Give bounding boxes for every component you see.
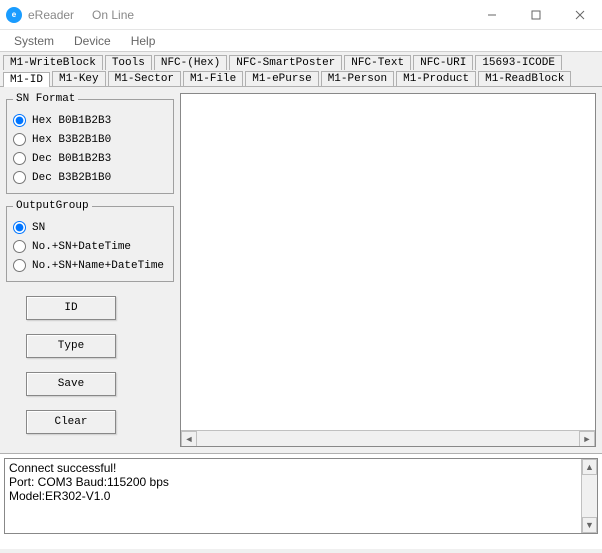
sn-format-group: SN Format Hex B0B1B2B3 Hex B3B2B1B0 Dec B0… (6, 93, 174, 194)
radio-input[interactable] (13, 171, 26, 184)
save-button[interactable]: Save (26, 372, 116, 396)
radio-label: Dec B0B1B2B3 (32, 153, 111, 165)
menu-help[interactable]: Help (121, 32, 166, 50)
button-column: ID Type Save Clear (6, 288, 174, 434)
close-icon (575, 10, 585, 20)
radio-label: No.+SN+DateTime (32, 241, 131, 253)
window-title: eReader (28, 8, 74, 22)
output-group-option[interactable]: No.+SN+DateTime (13, 237, 167, 256)
scroll-up-icon[interactable]: ▲ (582, 459, 597, 475)
horizontal-scrollbar[interactable]: ◄ ► (181, 430, 595, 446)
radio-label: Hex B0B1B2B3 (32, 115, 111, 127)
menu-device[interactable]: Device (64, 32, 121, 50)
radio-input[interactable] (13, 114, 26, 127)
connection-status: On Line (92, 8, 134, 22)
status-line: Port: COM3 Baud:115200 bps (9, 475, 593, 489)
tab-m1-readblock[interactable]: M1-ReadBlock (478, 71, 571, 86)
tab-m1-person[interactable]: M1-Person (321, 71, 394, 86)
tab-m1-id[interactable]: M1-ID (3, 72, 50, 87)
sn-format-option[interactable]: Hex B3B2B1B0 (13, 130, 167, 149)
tab-m1-writeblock[interactable]: M1-WriteBlock (3, 55, 103, 70)
tab-m1-epurse[interactable]: M1-ePurse (245, 71, 318, 86)
maximize-icon (531, 10, 541, 20)
output-group-option[interactable]: SN (13, 218, 167, 237)
tab-nfc-smartposter[interactable]: NFC-SmartPoster (229, 55, 342, 70)
radio-label: SN (32, 222, 45, 234)
sn-format-option[interactable]: Dec B0B1B2B3 (13, 149, 167, 168)
sn-format-option[interactable]: Dec B3B2B1B0 (13, 168, 167, 187)
radio-label: Dec B3B2B1B0 (32, 172, 111, 184)
radio-label: No.+SN+Name+DateTime (32, 260, 164, 272)
minimize-icon (487, 10, 497, 20)
radio-input[interactable] (13, 240, 26, 253)
status-line: Connect successful! (9, 461, 593, 475)
tab-m1-product[interactable]: M1-Product (396, 71, 476, 86)
minimize-button[interactable] (470, 0, 514, 30)
output-group-option[interactable]: No.+SN+Name+DateTime (13, 256, 167, 275)
status-line: Model:ER302-V1.0 (9, 489, 593, 503)
tab-m1-key[interactable]: M1-Key (52, 71, 106, 86)
tab-tools[interactable]: Tools (105, 55, 152, 70)
maximize-button[interactable] (514, 0, 558, 30)
scroll-down-icon[interactable]: ▼ (582, 517, 597, 533)
menu-system[interactable]: System (4, 32, 64, 50)
tab-15693-icode[interactable]: 15693-ICODE (475, 55, 562, 70)
radio-label: Hex B3B2B1B0 (32, 134, 111, 146)
tab-nfc-hex-[interactable]: NFC-(Hex) (154, 55, 227, 70)
radio-input[interactable] (13, 221, 26, 234)
bottom-bar (0, 549, 602, 553)
status-log[interactable]: Connect successful! Port: COM3 Baud:1152… (4, 458, 598, 534)
sn-format-option[interactable]: Hex B0B1B2B3 (13, 111, 167, 130)
clear-button[interactable]: Clear (26, 410, 116, 434)
sn-format-legend: SN Format (13, 93, 78, 105)
output-group: OutputGroup SN No.+SN+DateTime No.+SN+Name… (6, 200, 174, 282)
radio-input[interactable] (13, 133, 26, 146)
title-bar: e eReader On Line (0, 0, 602, 30)
left-panel: SN Format Hex B0B1B2B3 Hex B3B2B1B0 Dec B0… (0, 87, 180, 453)
scroll-right-icon[interactable]: ► (579, 431, 595, 447)
id-button[interactable]: ID (26, 296, 116, 320)
scroll-left-icon[interactable]: ◄ (181, 431, 197, 447)
tab-strip: M1-WriteBlockToolsNFC-(Hex)NFC-SmartPost… (0, 52, 602, 87)
tab-nfc-uri[interactable]: NFC-URI (413, 55, 473, 70)
radio-input[interactable] (13, 259, 26, 272)
app-icon: e (6, 7, 22, 23)
tab-m1-file[interactable]: M1-File (183, 71, 243, 86)
content-area: SN Format Hex B0B1B2B3 Hex B3B2B1B0 Dec B0… (0, 87, 602, 454)
tab-nfc-text[interactable]: NFC-Text (344, 55, 411, 70)
menu-bar: System Device Help (0, 30, 602, 52)
output-group-legend: OutputGroup (13, 200, 92, 212)
radio-input[interactable] (13, 152, 26, 165)
type-button[interactable]: Type (26, 334, 116, 358)
output-textarea[interactable]: ◄ ► (180, 93, 596, 447)
close-button[interactable] (558, 0, 602, 30)
tab-m1-sector[interactable]: M1-Sector (108, 71, 181, 86)
vertical-scrollbar[interactable]: ▲ ▼ (581, 459, 597, 533)
